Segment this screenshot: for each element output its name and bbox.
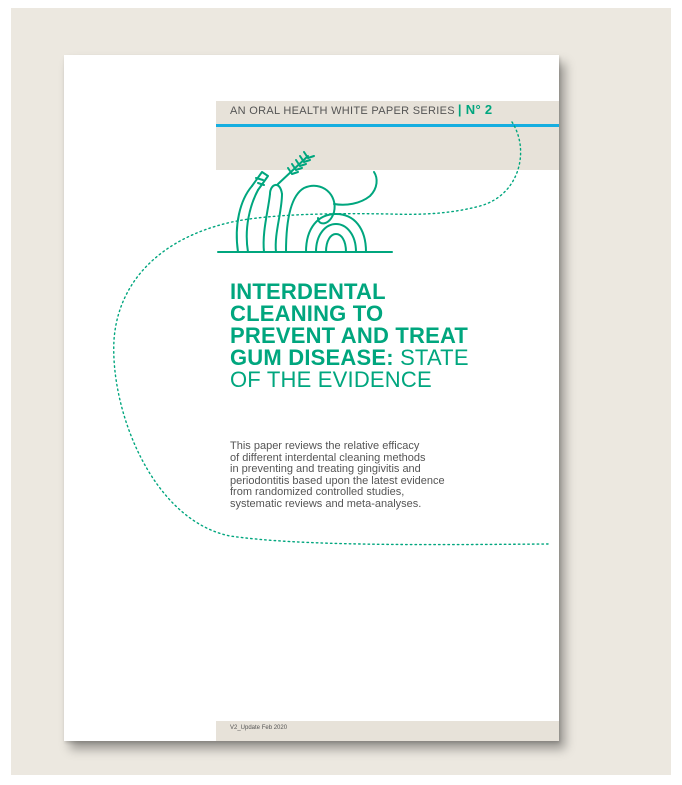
decoration-layer [113,121,549,546]
interdental-cleaning-tools-icon [217,151,393,253]
dotted-swoosh [113,121,549,546]
